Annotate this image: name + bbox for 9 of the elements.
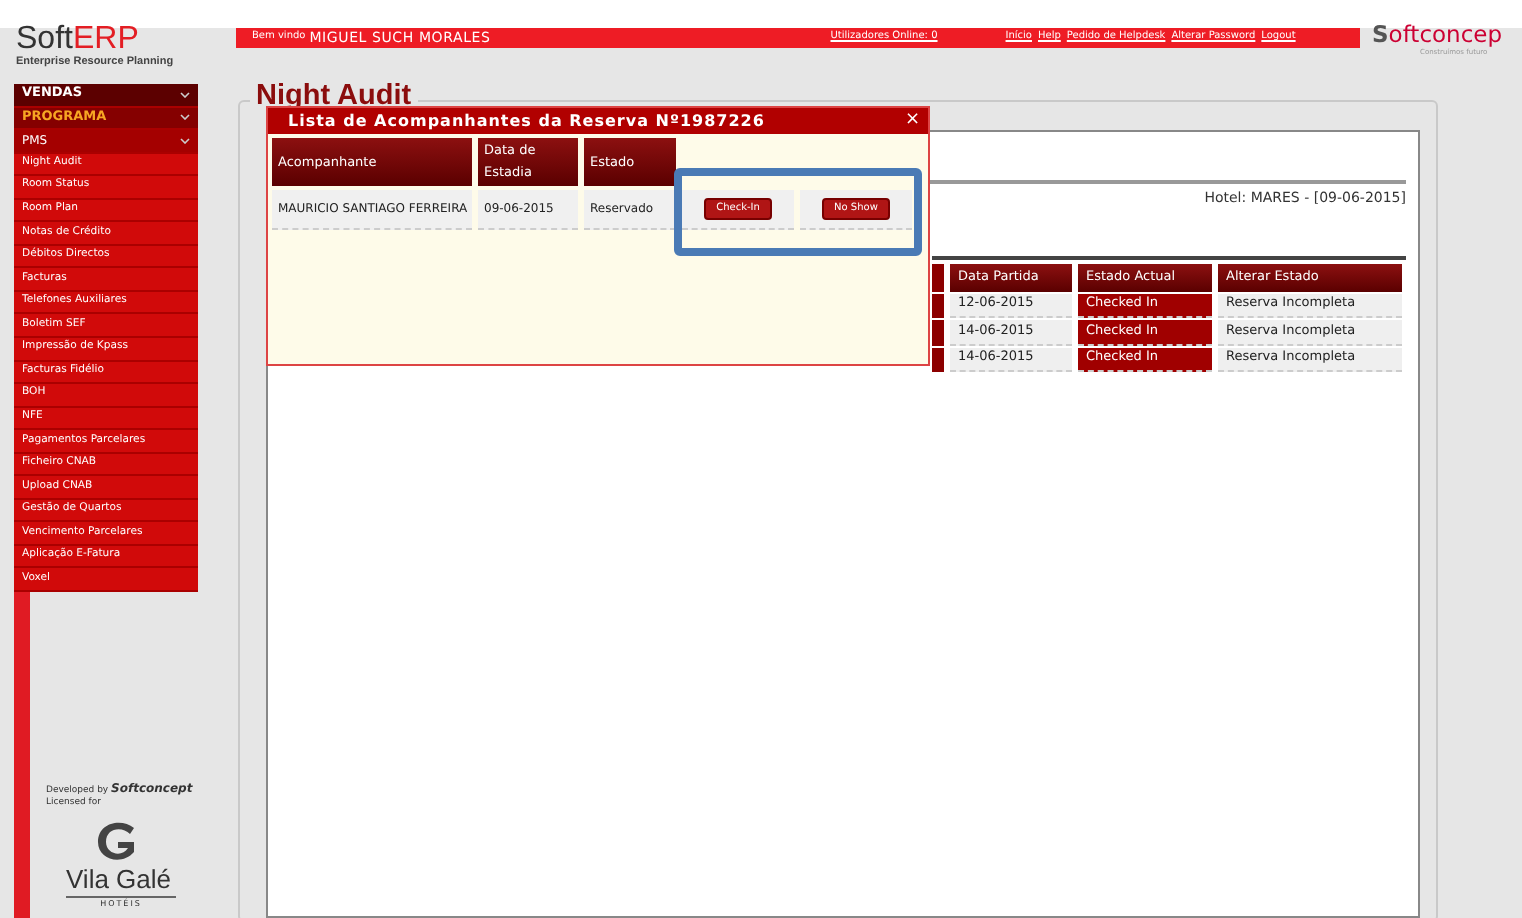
- chevron-icon: [180, 114, 190, 121]
- table-header: [932, 263, 944, 291]
- logo-text: SoftERP: [16, 24, 139, 56]
- company-logo: Softconcep: [1372, 22, 1503, 48]
- close-button[interactable]: ×: [904, 112, 920, 130]
- licensee-name: Vila Galé: [66, 866, 174, 892]
- chevron-icon: [180, 137, 190, 144]
- dialog-title: Lista de Acompanhantes da Reserva Nº1987226: [288, 112, 765, 130]
- chevron-icon: [180, 91, 190, 98]
